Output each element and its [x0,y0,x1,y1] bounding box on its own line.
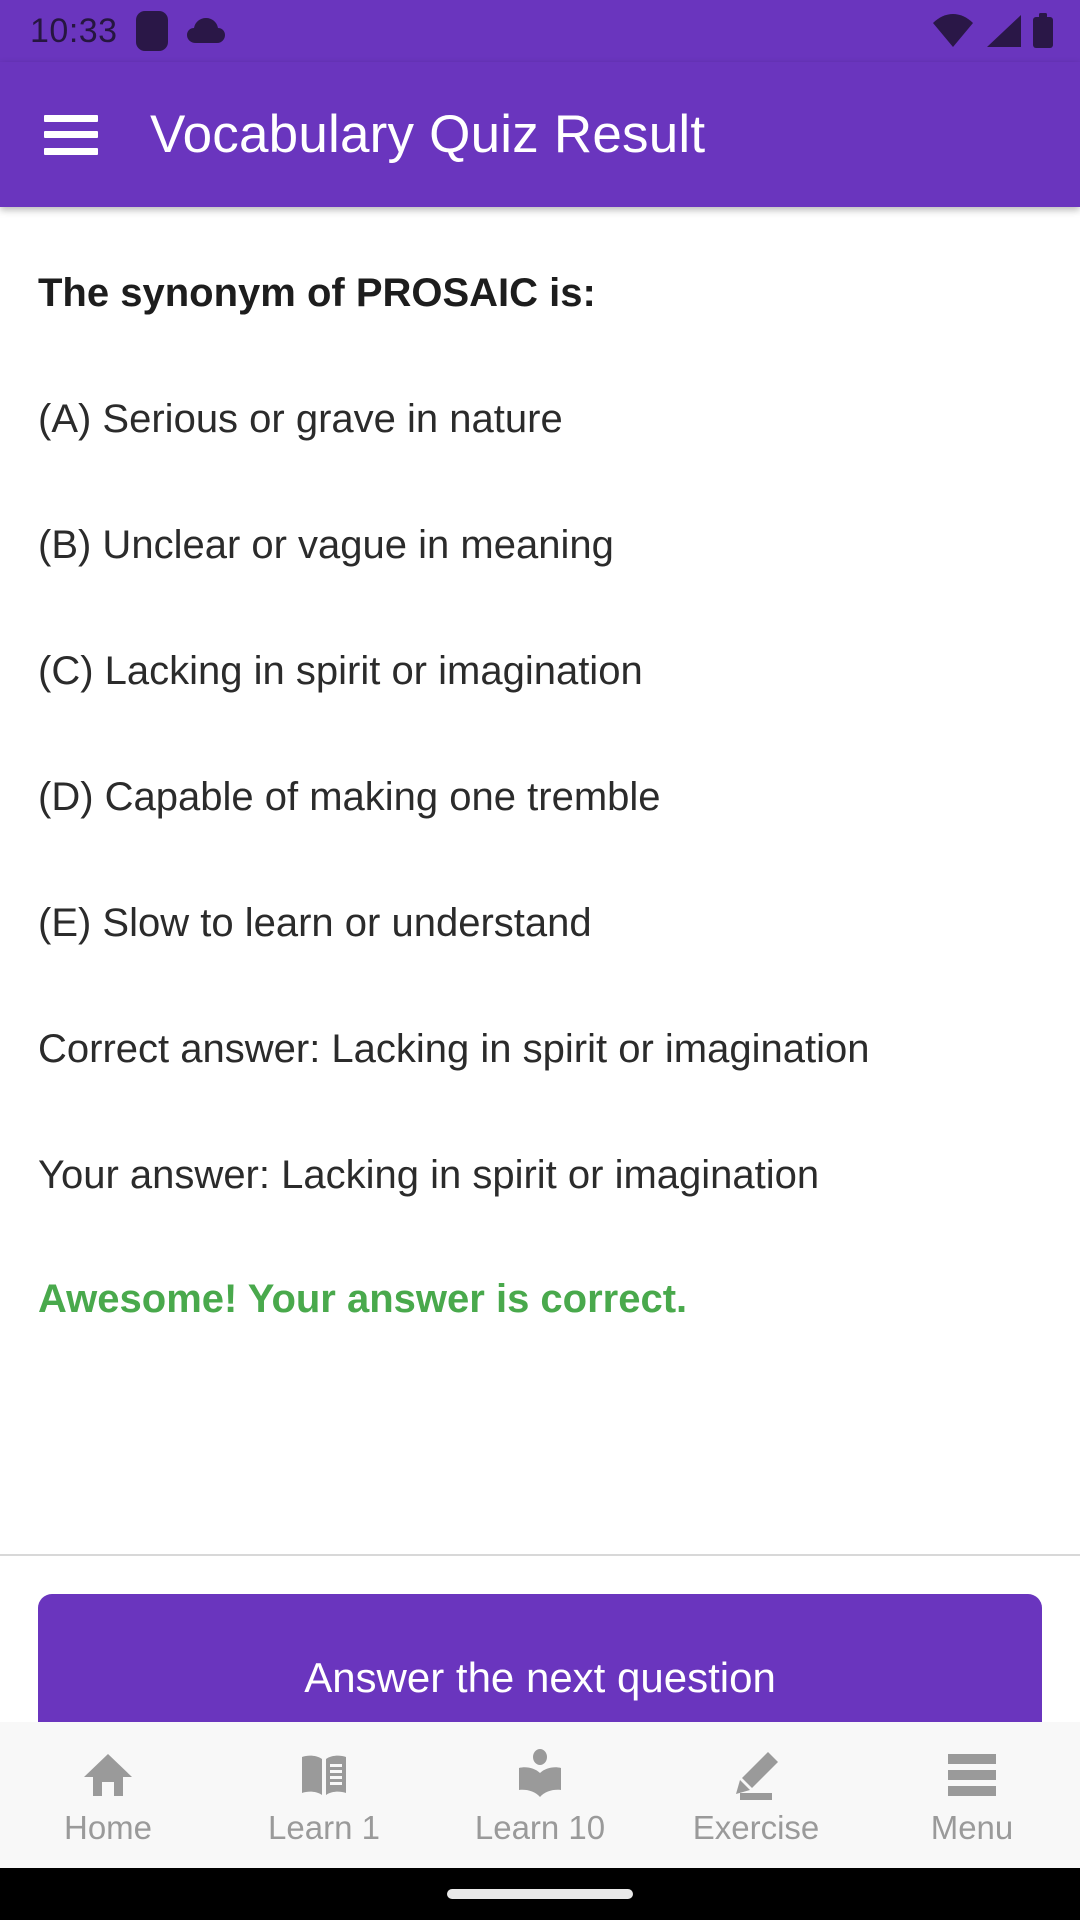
your-answer-text: Your answer: Lacking in spirit or imagin… [38,1153,820,1197]
option-e: (E) Slow to learn or understand [38,901,592,945]
nav-item-menu[interactable]: Menu [864,1722,1080,1868]
nav-item-learn-1[interactable]: Learn 1 [216,1722,432,1868]
bottom-navigation-bar: Home Learn 1 Learn 10 Exercise Menu [0,1722,1080,1868]
quiz-result-content: The synonym of PROSAIC is: (A) Serious o… [0,207,1080,1722]
system-gesture-bar [0,1868,1080,1920]
app-window: 10:33 Vocabulary Quiz Result The synonym… [0,0,1080,1920]
hamburger-bar [44,147,98,155]
status-bar: 10:33 [0,0,1080,62]
rounded-square-icon [135,11,168,51]
result-verdict-text: Awesome! Your answer is correct. [38,1277,688,1321]
nav-hamburger-bar [948,1753,996,1764]
nav-item-home[interactable]: Home [0,1722,216,1868]
open-book-icon [296,1747,352,1803]
home-icon [80,1747,136,1803]
gesture-pill[interactable] [447,1889,633,1899]
nav-item-learn-10[interactable]: Learn 10 [432,1722,648,1868]
battery-icon [1032,13,1054,49]
status-bar-left: 10:33 [30,11,226,51]
status-bar-right [932,13,1054,49]
person-reading-icon [512,1747,568,1803]
nav-label-menu: Menu [930,1808,1014,1846]
nav-item-exercise[interactable]: Exercise [648,1722,864,1868]
pencil-icon [728,1747,784,1803]
option-a: (A) Serious or grave in nature [38,397,563,441]
option-b: (B) Unclear or vague in meaning [38,523,614,567]
page-title: Vocabulary Quiz Result [150,105,706,164]
nav-label-learn-10: Learn 10 [474,1808,606,1846]
next-question-zone: Answer the next question [0,1554,1080,1722]
option-c: (C) Lacking in spirit or imagination [38,649,643,693]
signal-icon [984,14,1022,48]
cloud-icon [186,17,226,45]
nav-label-home: Home [63,1808,153,1846]
nav-hamburger-bar [948,1769,996,1780]
hamburger-menu-icon[interactable] [44,114,98,155]
hamburger-bar [44,114,98,122]
hamburger-menu-icon [944,1747,1000,1803]
answer-next-question-button[interactable]: Answer the next question [38,1594,1042,1722]
nav-hamburger-bar [948,1785,996,1796]
question-text: The synonym of PROSAIC is: [38,271,596,315]
status-bar-clock: 10:33 [30,12,118,50]
option-d: (D) Capable of making one tremble [38,775,661,819]
nav-label-learn-1: Learn 1 [268,1808,380,1846]
nav-label-exercise: Exercise [692,1808,820,1846]
correct-answer-text: Correct answer: Lacking in spirit or ima… [38,1027,870,1071]
app-bar: Vocabulary Quiz Result [0,62,1080,207]
hamburger-bar [44,131,98,138]
wifi-icon [932,14,974,48]
